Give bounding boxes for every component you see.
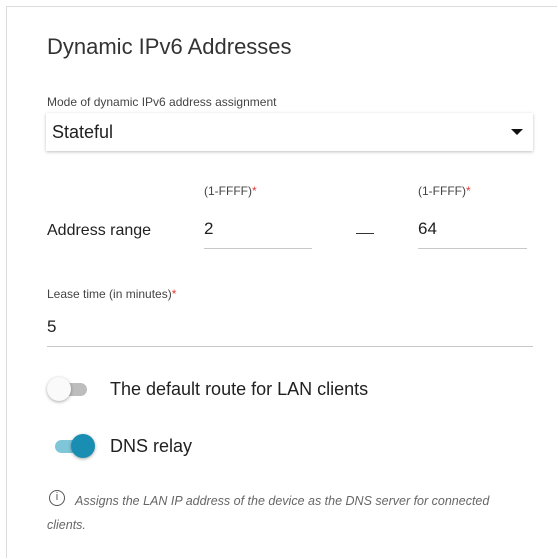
required-mark: * xyxy=(251,184,257,198)
info-icon: i xyxy=(49,490,65,506)
dns-relay-description: Assigns the LAN IP address of the device… xyxy=(47,494,490,532)
required-mark: * xyxy=(171,287,177,301)
range-end-hint: (1-FFFF)* xyxy=(418,184,471,198)
lease-time-input[interactable] xyxy=(47,315,533,347)
section-title: Dynamic IPv6 Addresses xyxy=(47,34,292,59)
lease-time-label: Lease time (in minutes)* xyxy=(47,287,177,301)
caret-down-icon xyxy=(511,129,523,135)
toggle-knob xyxy=(47,377,71,401)
dns-relay-toggle[interactable] xyxy=(51,434,95,458)
default-route-toggle[interactable] xyxy=(47,377,91,401)
mode-label: Mode of dynamic IPv6 address assignment xyxy=(47,95,277,109)
range-start-hint: (1-FFFF)* xyxy=(204,184,257,198)
default-route-label: The default route for LAN clients xyxy=(110,379,369,399)
range-end-input[interactable] xyxy=(418,218,527,249)
settings-card xyxy=(6,6,557,558)
mode-select[interactable]: Stateful xyxy=(46,113,533,151)
range-start-input[interactable] xyxy=(204,218,312,249)
mode-selected-value: Stateful xyxy=(52,122,114,142)
dns-relay-label: DNS relay xyxy=(110,436,193,456)
range-separator xyxy=(356,233,374,234)
required-mark: * xyxy=(465,184,471,198)
address-range-label: Address range xyxy=(47,222,152,239)
toggle-knob xyxy=(71,434,95,458)
